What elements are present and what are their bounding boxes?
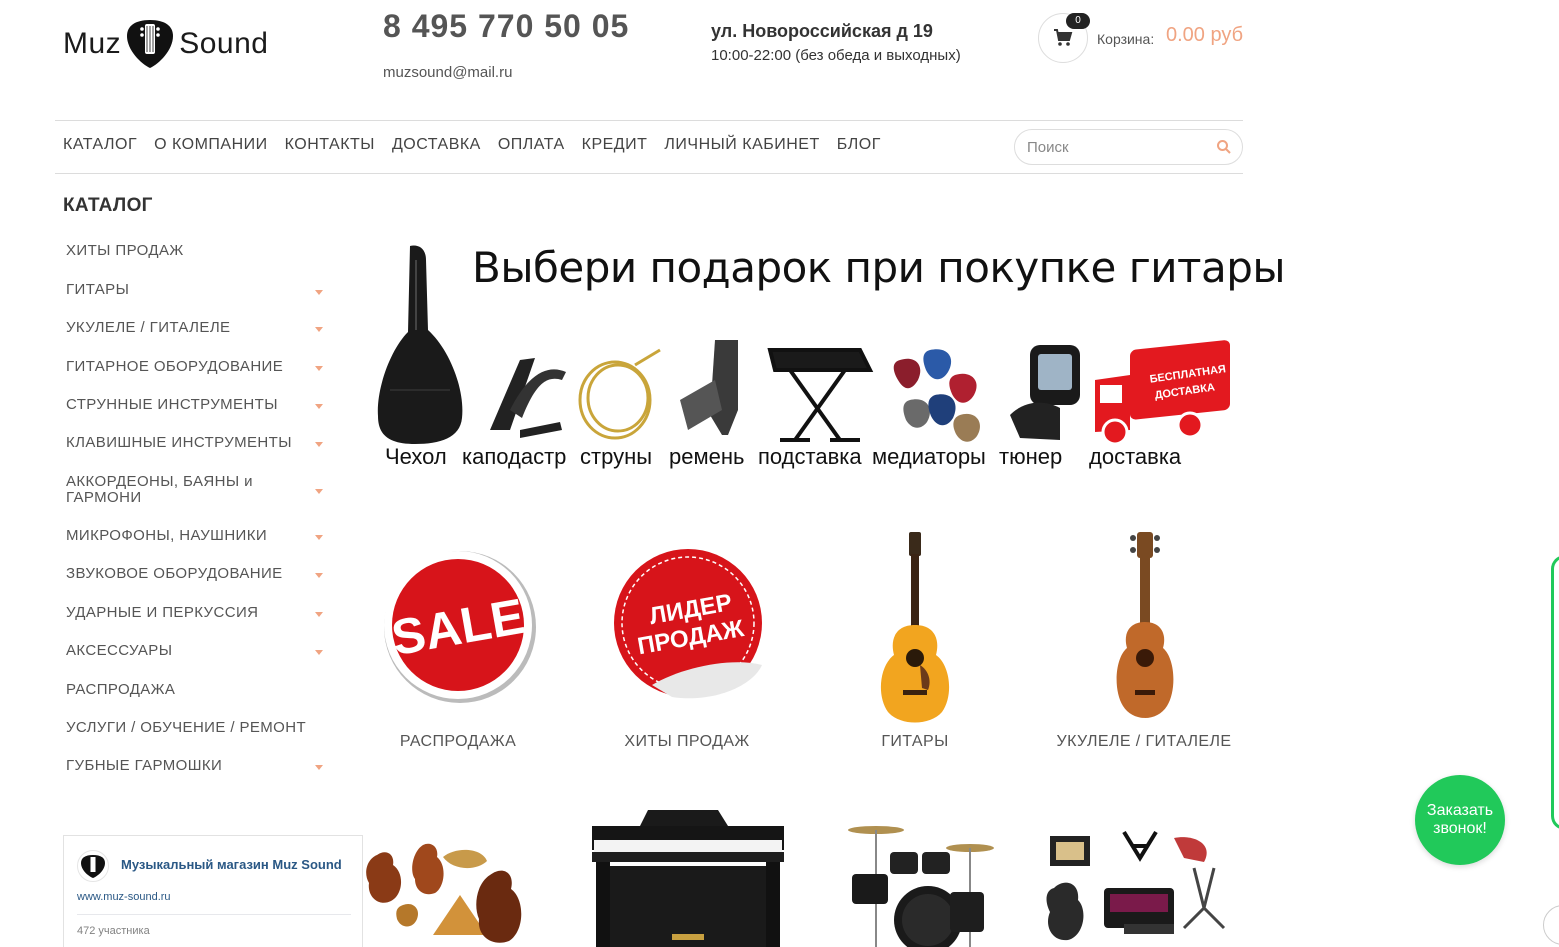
gift-label-tuner: тюнер xyxy=(999,444,1063,469)
chevron-down-icon[interactable] xyxy=(315,650,323,655)
community-name[interactable]: Музыкальный магазин Muz Sound xyxy=(121,857,342,872)
cart-total[interactable]: 0.00 руб xyxy=(1166,24,1243,47)
footstool-icon xyxy=(767,348,874,442)
side-widget-tab[interactable] xyxy=(1551,555,1559,830)
nav-item-catalog[interactable]: КАТАЛОГ xyxy=(63,136,137,154)
digital-piano-image[interactable] xyxy=(588,806,788,947)
chevron-down-icon[interactable] xyxy=(315,765,323,770)
gift-label-bag: Чехол xyxy=(385,444,447,469)
chevron-down-icon[interactable] xyxy=(315,535,323,540)
nav-item-about[interactable]: О КОМПАНИИ xyxy=(154,136,268,154)
tile-label-sale[interactable]: РАСПРОДАЖА xyxy=(348,733,568,751)
sidebar-item-accordions[interactable]: АККОРДЕОНЫ, БАЯНЫ и ГАРМОНИ xyxy=(66,474,281,506)
catalog-title: КАТАЛОГ xyxy=(63,195,153,216)
guitar-pick-logo-icon xyxy=(127,20,174,68)
chevron-down-icon[interactable] xyxy=(315,442,323,447)
vk-community-widget: Музыкальный магазин Muz Sound www.muz-so… xyxy=(63,835,363,947)
community-members: 472 участника xyxy=(77,925,150,937)
sidebar-item-services[interactable]: УСЛУГИ / ОБУЧЕНИЕ / РЕМОНТ xyxy=(66,720,328,736)
search-box xyxy=(1014,129,1243,165)
nav-item-payment[interactable]: ОПЛАТА xyxy=(498,136,565,154)
chevron-down-icon[interactable] xyxy=(315,612,323,617)
guitar-pick-icon xyxy=(81,855,105,878)
tile-label-guitars[interactable]: ГИТАРЫ xyxy=(805,733,1025,751)
drum-kit-image[interactable] xyxy=(838,818,998,947)
shopping-cart-icon xyxy=(1054,29,1073,46)
chevron-down-icon[interactable] xyxy=(315,404,323,409)
chevron-down-icon[interactable] xyxy=(315,366,323,371)
gift-label-strings: струны xyxy=(580,444,653,469)
tile-label-hits[interactable]: ХИТЫ ПРОДАЖ xyxy=(577,733,797,751)
sale-badge-image[interactable]: SALE xyxy=(380,547,540,707)
sidebar-item-sound-equipment[interactable]: ЗВУКОВОЕ ОБОРУДОВАНИЕ xyxy=(66,566,328,582)
sidebar-item-string-instruments[interactable]: СТРУННЫЕ ИНСТРУМЕНТЫ xyxy=(66,397,328,413)
gift-label-footstool: подставка xyxy=(758,444,862,469)
string-instruments-image[interactable] xyxy=(365,835,545,947)
sidebar-item-accessories[interactable]: АКСЕССУАРЫ xyxy=(66,643,328,659)
callback-label: Заказать звонок! xyxy=(1426,802,1494,837)
clip-tuner-icon xyxy=(1010,345,1080,440)
site-logo[interactable]: Muz Sound xyxy=(63,18,268,70)
guitar-strap-icon xyxy=(680,340,738,435)
logo-text-left: Muz xyxy=(63,27,122,60)
chevron-down-icon[interactable] xyxy=(315,489,323,494)
sidebar-item-hits[interactable]: ХИТЫ ПРОДАЖ xyxy=(66,243,328,259)
main-nav: КАТАЛОГ О КОМПАНИИ КОНТАКТЫ ДОСТАВКА ОПЛ… xyxy=(63,136,898,154)
nav-item-delivery[interactable]: ДОСТАВКА xyxy=(392,136,481,154)
gift-label-picks: медиаторы xyxy=(872,444,986,469)
nav-top-divider xyxy=(55,120,1243,121)
gig-bag-icon xyxy=(377,245,463,444)
strings-icon xyxy=(578,348,661,440)
order-callback-button[interactable]: Заказать звонок! xyxy=(1415,775,1505,865)
sidebar-item-keyboards[interactable]: КЛАВИШНЫЕ ИНСТРУМЕНТЫ xyxy=(66,435,328,451)
sidebar-item-guitars[interactable]: ГИТАРЫ xyxy=(66,282,328,298)
nav-item-blog[interactable]: БЛОГ xyxy=(837,136,881,154)
scroll-up-button[interactable] xyxy=(1543,905,1559,945)
sidebar-item-microphones[interactable]: МИКРОФОНЫ, НАУШНИКИ xyxy=(66,528,328,544)
community-avatar[interactable] xyxy=(77,850,109,882)
sidebar-item-drums[interactable]: УДАРНЫЕ И ПЕРКУССИЯ xyxy=(66,605,328,621)
acoustic-guitar-image[interactable] xyxy=(870,530,960,725)
delivery-truck-icon: БЕСПЛАТНАЯ ДОСТАВКА xyxy=(1095,340,1230,445)
store-address: ул. Новороссийская д 19 xyxy=(711,21,933,41)
nav-item-account[interactable]: ЛИЧНЫЙ КАБИНЕТ xyxy=(664,136,819,154)
guitar-picks-icon xyxy=(893,349,980,442)
sidebar-item-ukulele[interactable]: УКУЛЕЛЕ / ГИТАЛЕЛЕ xyxy=(66,320,328,336)
search-icon[interactable] xyxy=(1216,139,1232,155)
community-url[interactable]: www.muz-sound.ru xyxy=(77,891,171,903)
email-link[interactable]: muzsound@mail.ru xyxy=(383,64,512,81)
chevron-down-icon[interactable] xyxy=(315,327,323,332)
sidebar-item-sale[interactable]: РАСПРОДАЖА xyxy=(66,682,328,698)
nav-item-contacts[interactable]: КОНТАКТЫ xyxy=(285,136,375,154)
banner-gift-images[interactable]: БЕСПЛАТНАЯ ДОСТАВКА xyxy=(370,240,1240,445)
phone-number[interactable]: 8 495 770 50 05 xyxy=(383,8,629,45)
widget-divider xyxy=(77,914,351,915)
chevron-down-icon[interactable] xyxy=(315,573,323,578)
tile-label-ukulele[interactable]: УКУЛЕЛЕ / ГИТАЛЕЛЕ xyxy=(1034,733,1254,751)
logo-text-right: Sound xyxy=(179,27,269,60)
nav-bottom-divider xyxy=(55,173,1243,174)
bestseller-badge-image[interactable]: ЛИДЕР ПРОДАЖ xyxy=(612,547,767,702)
cart-label: Корзина: xyxy=(1097,31,1155,47)
sidebar-item-guitar-equipment[interactable]: ГИТАРНОЕ ОБОРУДОВАНИЕ xyxy=(66,359,328,375)
sidebar-item-harmonicas[interactable]: ГУБНЫЕ ГАРМОШКИ xyxy=(66,758,328,774)
accessories-image[interactable] xyxy=(1044,828,1244,947)
cart-count-badge: 0 xyxy=(1066,13,1090,29)
ukulele-image[interactable] xyxy=(1105,530,1185,725)
gift-label-strap: ремень xyxy=(669,444,745,469)
search-input[interactable] xyxy=(1027,138,1207,156)
gift-label-capo: каподастр xyxy=(462,444,567,469)
store-hours: 10:00-22:00 (без обеда и выходных) xyxy=(711,47,961,64)
gift-label-delivery: доставка xyxy=(1089,444,1182,469)
capo-icon xyxy=(490,358,566,438)
nav-item-credit[interactable]: КРЕДИТ xyxy=(582,136,648,154)
chevron-down-icon[interactable] xyxy=(315,290,323,295)
